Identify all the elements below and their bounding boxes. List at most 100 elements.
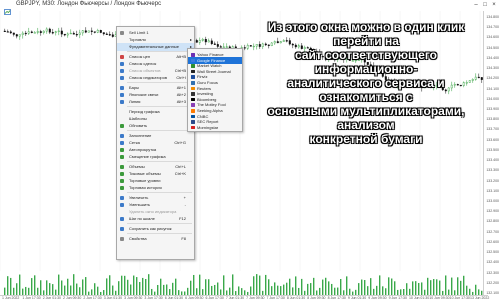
menu-item-label: Список индикаторов	[129, 75, 167, 80]
close-button[interactable]: ×	[490, 1, 498, 9]
time-tick-label: 3 Jun 09:30	[124, 296, 143, 300]
line-icon	[120, 100, 124, 104]
volume-bar	[367, 286, 369, 295]
volume-bar	[298, 287, 300, 295]
maximize-button[interactable]: □	[481, 1, 489, 9]
menu-item-label: Обновить	[129, 123, 148, 128]
volume-bar	[388, 277, 390, 295]
price-axis[interactable]: 134.800 134.700 134.600 134.500 134.400 134.3…	[483, 11, 500, 295]
candle-body	[27, 31, 30, 34]
volume-bar	[124, 275, 126, 295]
time-tick-label: 2 Jun 01:30	[42, 296, 61, 300]
objects-icon	[120, 69, 124, 73]
menu-item-label: Фундаментальные данные	[129, 44, 179, 49]
volume-bar	[280, 286, 282, 295]
candle-body	[6, 31, 9, 33]
volume-bar	[358, 283, 360, 295]
menu-separator	[127, 82, 192, 83]
candle-body	[195, 40, 198, 43]
annotation-text: Из этого окна можно в один клик перейти …	[267, 20, 465, 146]
price-tick-label: 134.100	[486, 86, 499, 91]
volume-bar	[445, 275, 447, 295]
price-tick-label: 134.500	[486, 45, 499, 50]
candles-icon	[120, 93, 124, 97]
candle-body	[108, 34, 111, 36]
volume-bar	[259, 275, 261, 295]
volume-bar	[283, 284, 285, 295]
volume-bar	[460, 280, 462, 295]
candle-body	[69, 32, 72, 35]
volume-bar	[322, 279, 324, 295]
price-tick-label: 134.300	[486, 66, 499, 71]
time-tick-label: 8 Jun 17:30	[327, 296, 346, 300]
menu-item[interactable]: Фундаментальные данные ▸	[117, 43, 194, 51]
candle-body	[33, 32, 36, 34]
candle-body	[213, 43, 216, 45]
volume-bar	[319, 287, 321, 295]
candle-body	[210, 40, 213, 45]
volume-bar	[331, 283, 333, 295]
menu-item[interactable]: Свойства F8	[117, 235, 194, 243]
morningstar-icon	[191, 125, 195, 130]
price-tick-label: 133.700	[486, 127, 499, 132]
volume-bar	[208, 279, 210, 295]
volume-bar	[82, 279, 84, 295]
menu-item[interactable]: Смещение графика	[117, 153, 194, 161]
volume-bar	[118, 281, 120, 295]
minimize-button[interactable]: –	[472, 1, 480, 9]
volume-bar	[337, 287, 339, 295]
volume-bar	[223, 275, 225, 295]
volume-bar	[193, 274, 195, 295]
menu-item[interactable]: Линия Alt+3	[117, 98, 194, 106]
volume-bar	[133, 275, 135, 295]
menu-item[interactable]: Сохранить как рисунок	[117, 225, 194, 233]
levels-icon	[120, 179, 124, 183]
order-icon	[120, 31, 124, 35]
candle-body	[39, 31, 42, 33]
volume-bar	[421, 282, 423, 295]
candle-body	[57, 30, 60, 32]
candle-body	[111, 34, 114, 37]
menu-item[interactable]: Шаг по шкале F12	[117, 215, 194, 223]
volume-bar	[391, 278, 393, 295]
volume-bar	[346, 276, 348, 295]
volume-bar	[31, 278, 33, 295]
price-tick-label: 134.700	[486, 25, 499, 30]
price-tick-label: 132.100	[486, 291, 499, 295]
volume-bar	[253, 276, 255, 295]
candle-body	[72, 32, 75, 35]
time-tick-label: 2 Jun 09:30	[63, 296, 82, 300]
price-tick-label: 133.600	[486, 137, 499, 142]
volume-bar	[172, 282, 174, 295]
volume-bar	[334, 287, 336, 295]
autoscroll-icon	[120, 148, 124, 152]
chart-context-menu: Sell Limit 1 Торговля ▸ Фундаментальные дан…	[116, 26, 195, 260]
submenu-item-morningstar[interactable]: Morningstar	[188, 124, 242, 131]
volume-bar	[475, 284, 477, 295]
price-tick-label: 132.500	[486, 250, 499, 255]
volume-bar	[166, 284, 168, 295]
volume-bar	[340, 278, 342, 295]
price-tick-label: 132.300	[486, 270, 499, 275]
volume-bar	[295, 276, 297, 295]
price-tick-label: 134.000	[486, 96, 499, 101]
time-tick-label: 9 Jun 01:30	[347, 296, 367, 300]
menu-separator	[127, 223, 192, 224]
zoom-in-icon	[120, 196, 124, 200]
volume-bar	[229, 287, 231, 295]
menu-item[interactable]: Торговая история	[117, 184, 194, 192]
volume-bar	[112, 285, 114, 295]
menu-item[interactable]: Список индикаторов Ctrl+I	[117, 74, 194, 82]
menu-item-shortcut: F8	[181, 236, 186, 241]
menu-separator	[127, 161, 192, 162]
shift-icon	[120, 155, 124, 159]
price-tick-label: 133.200	[486, 178, 499, 183]
volume-bar	[13, 287, 15, 295]
price-tick-label: 133.000	[486, 199, 499, 203]
volume-bar	[277, 285, 279, 295]
volume-bar	[325, 277, 327, 295]
volume-bar	[121, 275, 123, 295]
volume-bar	[67, 278, 69, 295]
price-tick-label: 132.200	[486, 280, 499, 285]
menu-item[interactable]: Обновить	[117, 122, 194, 130]
